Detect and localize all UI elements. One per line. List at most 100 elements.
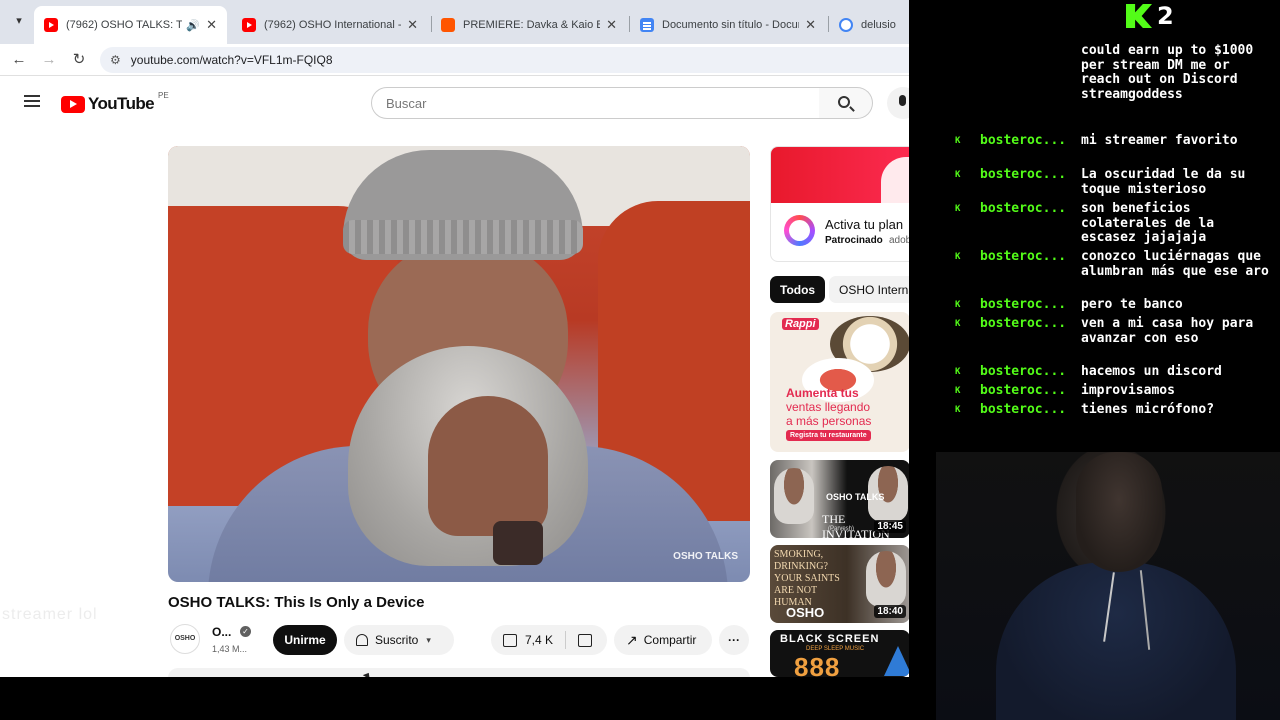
soundcloud-icon — [441, 18, 455, 32]
recommendation-smoking-drinking[interactable]: SMOKING, DRINKING? YOUR SAINTS ARE NOT H… — [770, 545, 909, 623]
site-info-icon[interactable]: ⚙ — [110, 53, 121, 67]
kick-badge-icon: K — [955, 252, 961, 262]
close-icon[interactable]: ✕ — [606, 17, 617, 33]
chat-username[interactable]: bosteroc... — [980, 134, 1080, 149]
kick-badge-icon: K — [955, 136, 961, 146]
youtube-masthead: YouTube PE Buscar — [0, 77, 909, 129]
youtube-logo[interactable]: YouTube PE — [61, 91, 169, 114]
video-player[interactable]: OSHO TALKS — [168, 146, 750, 582]
close-icon[interactable]: ✕ — [805, 17, 816, 33]
chat-username[interactable]: bosteroc... — [980, 384, 1080, 399]
chat-text: son beneficios colaterales de la escasez… — [1081, 201, 1215, 245]
search-button[interactable] — [819, 87, 873, 119]
rappi-headline-2: ventas llegando — [786, 400, 871, 414]
sponsored-ad-card[interactable]: Activa tu plan Patrocinado adob — [770, 146, 909, 262]
chat-username[interactable]: bosteroc... — [980, 298, 1080, 313]
voice-search-button[interactable] — [887, 87, 909, 119]
tab-search-button[interactable]: ▾ — [8, 10, 30, 32]
back-arrow-icon[interactable]: ← — [8, 49, 30, 71]
share-button[interactable]: ↗ Compartir — [614, 625, 712, 655]
ad-title: Activa tu plan — [825, 217, 904, 232]
video-duration: 18:45 — [874, 520, 906, 533]
recommendation-rappi-ad[interactable]: Rappi Aumenta tus ventas llegando a más … — [770, 312, 909, 452]
kick-badge-icon: K — [955, 204, 961, 214]
chat-text: improvisamos — [1081, 383, 1175, 398]
chat-username[interactable]: bosteroc... — [980, 250, 1080, 265]
tab-documento[interactable]: Documento sin título - Documentos ✕ — [630, 6, 826, 44]
reload-icon[interactable]: ↻ — [68, 49, 90, 71]
channel-name[interactable]: O... — [212, 625, 231, 639]
more-options-button[interactable]: ··· — [719, 625, 749, 655]
recommendation-black-screen[interactable]: BLACK SCREEN DEEP SLEEP MUSIC 888 — [770, 630, 909, 677]
like-dislike-group[interactable]: 7,4 K — [491, 625, 607, 655]
youtube-play-icon — [61, 95, 85, 113]
ad-sponsored-label: Patrocinado — [825, 235, 883, 246]
rappi-headline-1: Aumenta tus — [786, 386, 859, 400]
subscribed-button[interactable]: Suscrito ▾ — [344, 625, 454, 655]
thumbs-up-icon[interactable] — [503, 633, 517, 647]
ad-banner-image — [771, 147, 909, 203]
speaker-icon[interactable]: 🔊 — [186, 19, 200, 32]
forward-arrow-icon[interactable]: → — [38, 49, 60, 71]
video-frame-hands — [428, 396, 548, 536]
tab-osho-international[interactable]: (7962) OSHO International - YouTube ✕ — [232, 6, 428, 44]
tab-title: (7962) OSHO International - YouTube — [264, 19, 401, 31]
chip-osho-international[interactable]: OSHO Internati — [829, 276, 909, 303]
thumbnail-title: BLACK SCREEN — [780, 633, 880, 645]
tab-strip: ▾ (7962) OSHO TALKS: This Is Only a Devi… — [0, 0, 909, 44]
thumbnail-frequency: 888 — [794, 652, 841, 677]
kick-logo-number: 2 — [1157, 2, 1174, 30]
chat-username[interactable]: bosteroc... — [980, 168, 1080, 183]
address-bar[interactable]: ⚙ youtube.com/watch?v=VFL1m-FQIQ8 — [100, 47, 909, 73]
search-input[interactable]: Buscar — [371, 87, 820, 119]
close-icon[interactable]: ✕ — [206, 17, 217, 33]
share-icon: ↗ — [626, 631, 638, 648]
chat-username[interactable]: bosteroc... — [980, 202, 1080, 217]
like-count: 7,4 K — [525, 633, 554, 647]
tab-premiere[interactable]: PREMIERE: Davka & Kaio Batista ✕ — [431, 6, 627, 44]
chat-text: tienes micrófono? — [1081, 402, 1215, 417]
more-horizontal-icon: ··· — [728, 633, 740, 647]
join-button[interactable]: Unirme — [273, 625, 337, 655]
tab-google-search[interactable]: delusio espa — [829, 6, 909, 44]
chat-message-partial: could earn up to $1000 per stream DM me … — [1081, 43, 1254, 102]
close-icon[interactable]: ✕ — [407, 17, 418, 33]
url-text: youtube.com/watch?v=VFL1m-FQIQ8 — [130, 53, 333, 67]
google-icon — [839, 18, 853, 32]
chat-text: hacemos un discord — [1081, 364, 1222, 379]
tab-title: Documento sin título - Documentos — [662, 19, 799, 31]
chat-text: mi streamer favorito — [1081, 133, 1238, 148]
video-duration: 18:40 — [874, 605, 906, 618]
docs-icon — [640, 18, 654, 32]
tab-osho-talks[interactable]: (7962) OSHO TALKS: This Is Only a Device… — [34, 6, 227, 44]
pyramid-icon — [884, 646, 909, 676]
subscribed-label: Suscrito — [375, 633, 419, 647]
share-label: Compartir — [643, 633, 697, 647]
video-frame-watch — [493, 521, 543, 565]
channel-avatar[interactable]: OSHO — [170, 624, 200, 654]
divider — [565, 631, 567, 649]
thumbnail-title: SMOKING, DRINKING? YOUR SAINTS ARE NOT H… — [774, 549, 840, 608]
menu-icon[interactable] — [24, 95, 40, 107]
chat-text: ven a mi casa hoy para avanzar con eso — [1081, 316, 1254, 346]
kick-badge-icon: K — [955, 170, 961, 180]
youtube-icon — [44, 18, 58, 32]
bell-icon — [356, 634, 368, 646]
chat-text: pero te banco — [1081, 297, 1183, 312]
subscriber-count: 1,43 M... — [212, 644, 248, 654]
recommendation-the-invitation[interactable]: OSHO TALKS THE INVITATION (Parvesh) 18:4… — [770, 460, 909, 538]
rappi-logo: Rappi — [782, 318, 819, 330]
osho-logo: OSHO — [786, 605, 825, 620]
youtube-icon — [242, 18, 256, 32]
kick-badge-icon: K — [955, 367, 961, 377]
video-frame-hat — [343, 150, 583, 260]
kick-badge-icon: K — [955, 300, 961, 310]
thumbs-down-icon[interactable] — [578, 633, 593, 647]
chat-username[interactable]: bosteroc... — [980, 317, 1080, 332]
chip-all[interactable]: Todos — [770, 276, 826, 303]
description-box[interactable] — [168, 668, 750, 677]
chat-username[interactable]: bosteroc... — [980, 365, 1080, 380]
chat-username[interactable]: bosteroc... — [980, 403, 1080, 418]
kick-k-icon — [1126, 4, 1152, 28]
thumbnail-face — [774, 468, 814, 524]
